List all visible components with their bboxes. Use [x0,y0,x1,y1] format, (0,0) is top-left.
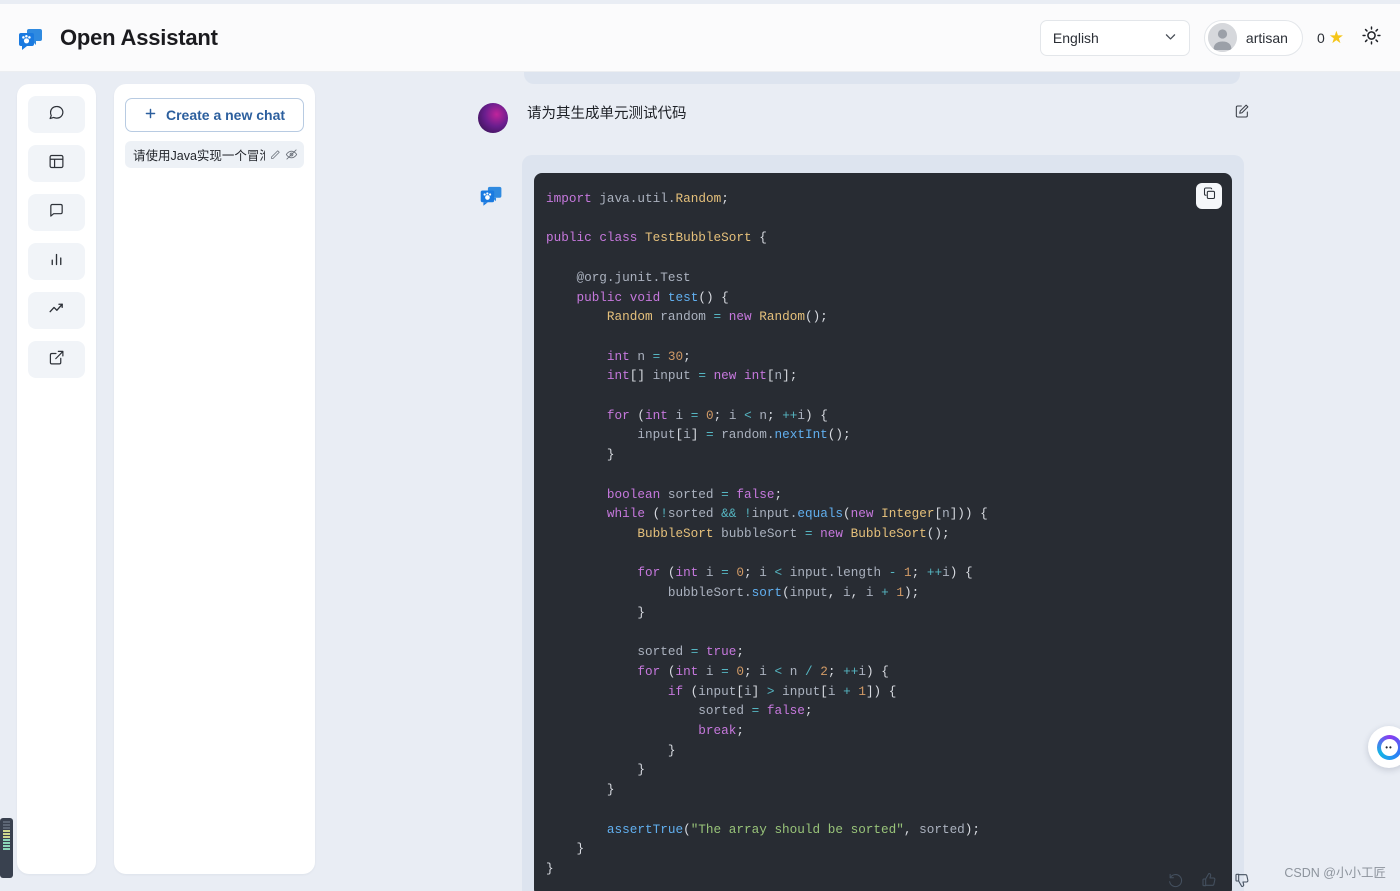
avatar [1207,23,1237,52]
open-assistant-logo-icon [16,24,46,52]
assistant-message-card: import java.util.Random; public class Te… [522,155,1244,891]
avatar [478,103,508,133]
chat-bubble-icon [48,104,65,126]
assistant-orb-face: •• [1380,738,1398,756]
sun-icon [1361,25,1382,51]
code-block: import java.util.Random; public class Te… [534,173,1232,891]
language-select[interactable]: English [1039,19,1190,56]
open-assistant-logo-icon [478,182,505,208]
header-actions: English artisan 0 ★ [1039,19,1384,56]
edge-indicator-widget[interactable] [0,818,13,878]
user-message-row: 请为其生成单元测试代码 [478,99,1250,133]
star-icon: ★ [1328,28,1344,47]
user-name: artisan [1245,29,1288,46]
chat-item-label: 请使用Java实现一个冒泡 [133,149,265,163]
sidebar-item-leaderboard[interactable] [28,292,85,329]
score-value: 0 [1316,29,1325,46]
brand: Open Assistant [16,24,218,52]
message-square-icon [48,202,65,224]
sidebar-item-dashboard[interactable] [28,145,85,182]
plus-icon [144,107,157,123]
sidebar-item-messages[interactable] [28,194,85,231]
retry-icon[interactable] [1168,872,1184,891]
create-new-chat-label: Create a new chat [165,107,286,123]
dashboard-icon [48,153,65,175]
create-new-chat-button[interactable]: Create a new chat [125,98,304,132]
user-chip[interactable]: artisan [1203,19,1303,56]
trending-up-icon [48,300,65,322]
page-title: Open Assistant [60,24,218,50]
app-root: Open Assistant English artisan 0 ★ Creat… [0,0,1400,891]
language-value: English [1052,29,1099,46]
sidebar-rail [17,84,96,874]
eye-off-icon[interactable] [285,148,298,161]
conversation-area: 请为其生成单元测试代码 import java.util.Random; pub… [464,72,1280,891]
thumbs-down-icon[interactable] [1234,872,1250,891]
user-message-text: 请为其生成单元测试代码 [527,106,687,122]
bar-chart-icon [48,251,65,273]
score-badge: 0 ★ [1317,29,1344,46]
chevron-down-icon [1164,30,1177,46]
app-header: Open Assistant English artisan 0 ★ [0,4,1400,72]
thumbs-up-icon[interactable] [1201,872,1217,891]
external-link-icon [48,349,65,371]
assistant-message-row: import java.util.Random; public class Te… [478,155,1244,891]
edit-square-icon[interactable] [1234,103,1250,124]
sidebar-item-chat[interactable] [28,96,85,133]
watermark: CSDN @小小工匠 [1284,866,1386,880]
copy-icon [1202,186,1217,206]
code-content: import java.util.Random; public class Te… [534,173,1232,891]
list-item[interactable]: 请使用Java实现一个冒泡 [125,141,304,168]
sidebar-item-external[interactable] [28,341,85,378]
pencil-icon[interactable] [269,149,281,161]
theme-toggle-button[interactable] [1358,25,1384,51]
copy-button[interactable] [1196,183,1222,209]
sidebar-item-stats[interactable] [28,243,85,280]
chat-list-panel: Create a new chat 请使用Java实现一个冒泡 [114,84,315,874]
assistant-orb-icon: •• [1376,734,1400,760]
floating-assistant-button[interactable]: •• [1368,726,1400,768]
previous-message-card [524,72,1240,84]
message-actions [478,872,1250,891]
